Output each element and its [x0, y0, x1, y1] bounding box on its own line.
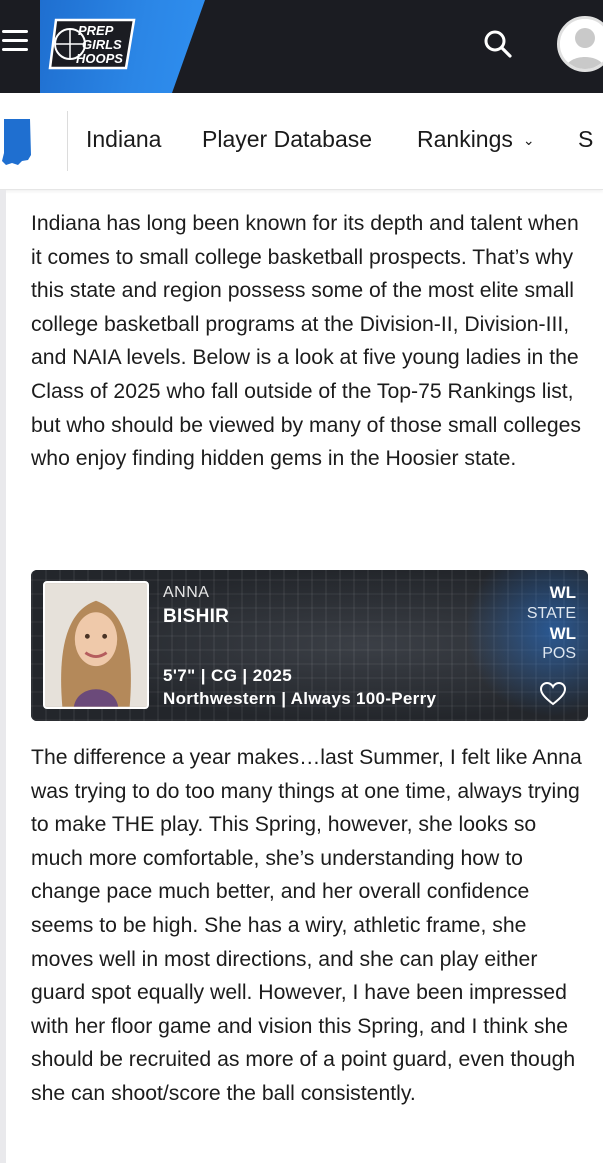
- hamburger-menu-icon[interactable]: [2, 30, 28, 56]
- player-school-team: Northwestern | Always 100-Perry: [163, 689, 437, 708]
- chevron-down-icon: ⌄: [522, 132, 535, 149]
- user-avatar-icon[interactable]: [557, 16, 603, 72]
- nav-item-player-database[interactable]: Player Database: [202, 126, 372, 153]
- position-rank-label: POS: [542, 645, 576, 662]
- state-rank-label: STATE: [526, 605, 576, 622]
- position-rank-value: WL: [549, 624, 576, 643]
- logo-line-3: HOOPS: [76, 51, 123, 66]
- site-logo[interactable]: PREP GIRLS HOOPS: [48, 16, 140, 72]
- content-left-rule: [0, 190, 6, 1163]
- nav-item-rankings-label: Rankings: [417, 126, 513, 152]
- indiana-state-icon[interactable]: [0, 117, 36, 167]
- player-last-name[interactable]: BISHIR: [163, 606, 229, 628]
- search-icon[interactable]: [482, 28, 514, 60]
- nav-item-indiana-label: Indiana: [86, 126, 162, 152]
- page: PREP GIRLS HOOPS Indiana Player Database…: [0, 0, 603, 1163]
- nav-item-overflow-label: S: [578, 126, 594, 152]
- player-evaluation-paragraph: The difference a year makes…last Summer,…: [31, 746, 582, 1105]
- nav-item-rankings[interactable]: Rankings ⌄: [417, 126, 535, 153]
- site-header: PREP GIRLS HOOPS: [0, 0, 603, 93]
- logo-line-2: GIRLS: [82, 37, 122, 52]
- article-intro-paragraph: Indiana has long been known for its dept…: [31, 212, 582, 471]
- player-first-name: ANNA: [163, 584, 210, 601]
- nav-item-indiana[interactable]: Indiana: [86, 126, 161, 153]
- nav-item-overflow[interactable]: S: [578, 126, 593, 153]
- player-height-position-class: 5'7" | CG | 2025: [163, 666, 293, 685]
- nav-divider: [67, 111, 68, 171]
- nav-item-player-database-label: Player Database: [202, 126, 373, 152]
- heart-icon[interactable]: [540, 682, 566, 706]
- logo-line-1: PREP: [78, 23, 114, 38]
- player-photo: [43, 581, 149, 709]
- state-rank-value: WL: [549, 583, 576, 602]
- player-card[interactable]: ANNA BISHIR 5'7" | CG | 2025 Northwester…: [31, 570, 588, 721]
